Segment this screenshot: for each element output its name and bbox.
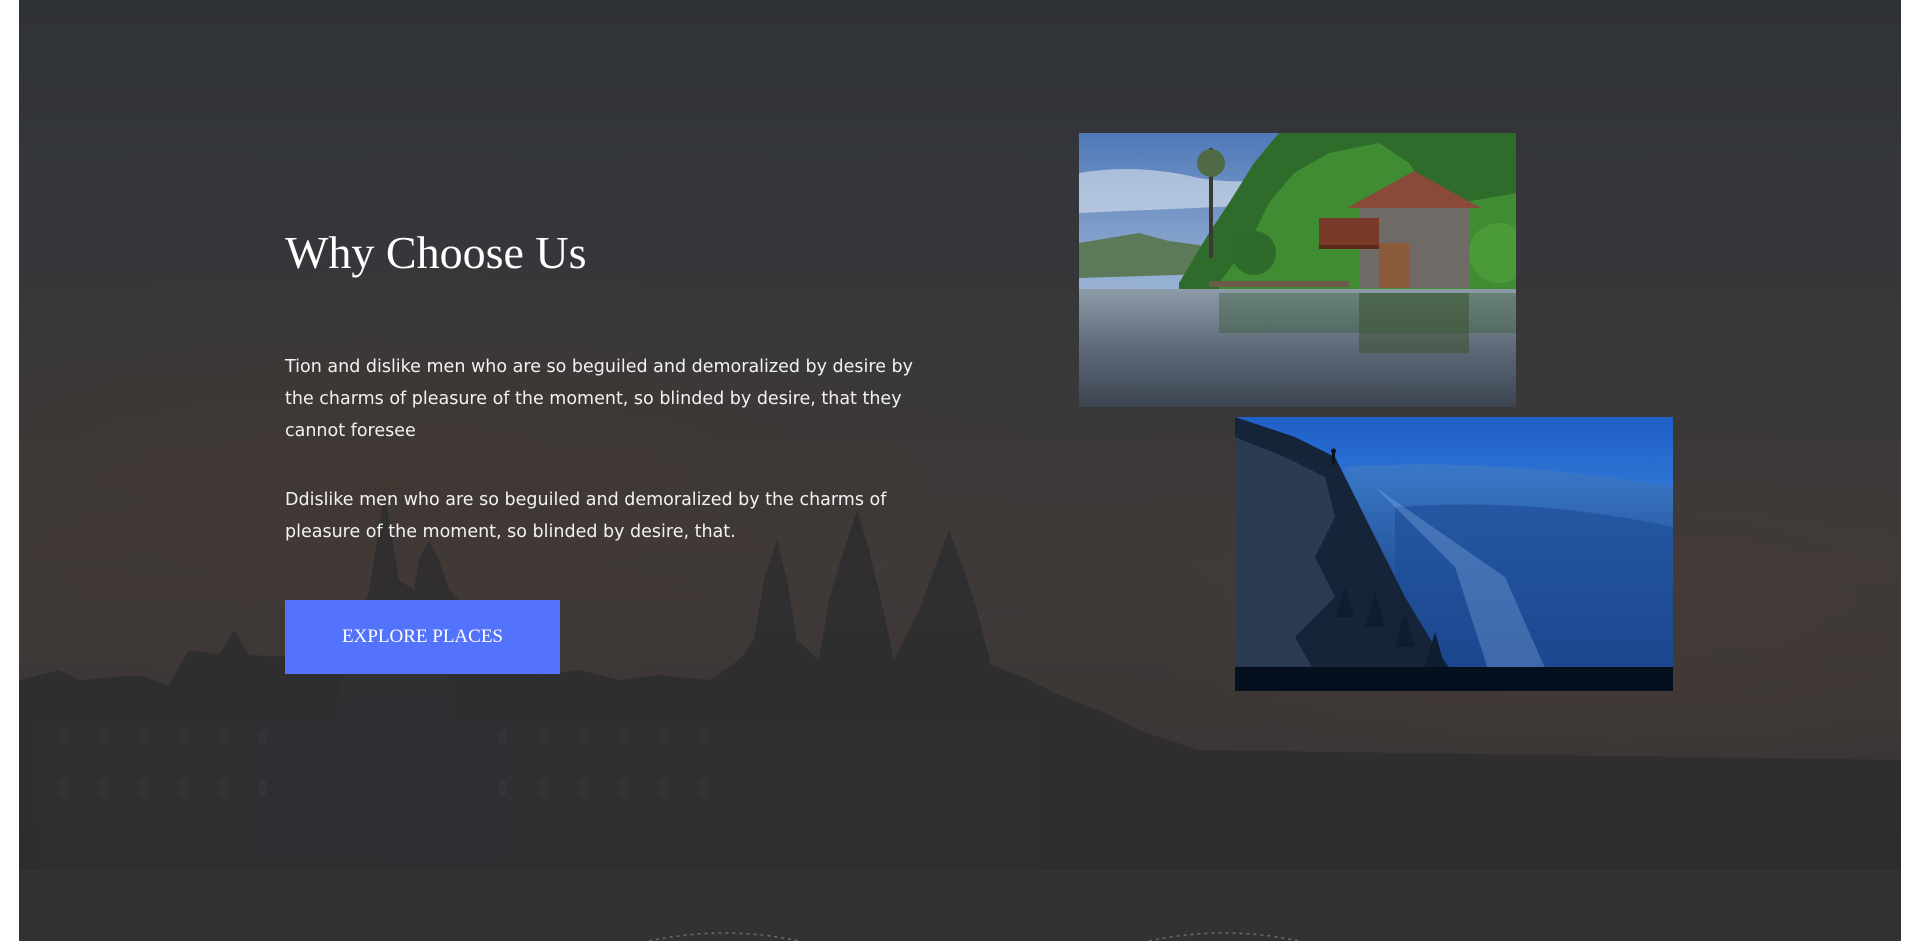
why-choose-us-section: Why Choose Us Tion and dislike men who a… (19, 0, 1901, 870)
next-section-strip (19, 870, 1901, 941)
decorative-arcs (648, 932, 1300, 941)
intro-paragraph: Tion and dislike men who are so beguiled… (285, 357, 914, 441)
explore-places-button[interactable]: EXPLORE PLACES (285, 600, 560, 674)
section-title: Why Choose Us (285, 227, 587, 278)
page: Why Choose Us Tion and dislike men who a… (0, 0, 1920, 941)
mountain-valley-photo (1235, 417, 1673, 691)
lakeside-boathouse-photo (1079, 133, 1516, 407)
secondary-paragraph: Ddislike men who are so beguiled and dem… (285, 490, 887, 542)
